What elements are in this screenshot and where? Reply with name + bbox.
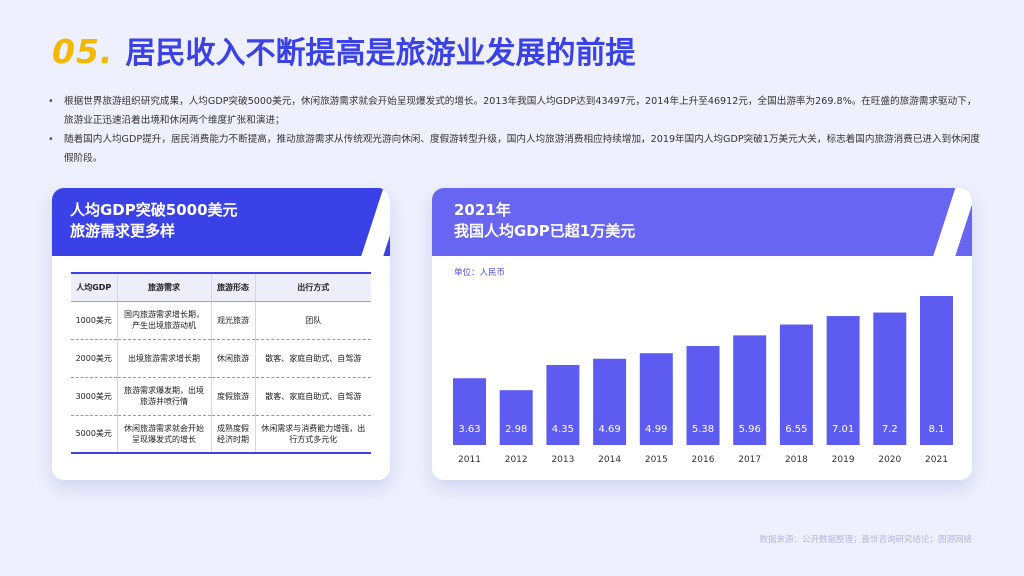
- x-tick-label: 2020: [878, 455, 901, 465]
- table-header-cell: 人均GDP: [71, 272, 117, 302]
- summary-bullets: 根据世界旅游组织研究成果，人均GDP突破5000美元，休闲旅游需求就会开始呈现爆…: [48, 92, 980, 168]
- x-tick-label: 2011: [458, 455, 481, 465]
- section-title: 居民收入不断提高是旅游业发展的前提: [125, 36, 636, 71]
- chart-unit-label: 单位：人民币: [454, 267, 505, 278]
- table-cell: 休闲旅游: [210, 339, 255, 378]
- table-cell: 休闲旅游需求就会开始呈现爆发式的增长: [116, 415, 211, 454]
- bar-value-label: 4.69: [598, 424, 620, 435]
- bar-value-label: 3.63: [458, 424, 480, 435]
- card-header: 2021年 我国人均GDP已超1万美元: [432, 188, 972, 256]
- table-row: 1000美元 国内旅游需求增长期，产生出境旅游动机 观光旅游 团队: [71, 301, 371, 340]
- table-cell: 5000美元: [71, 415, 117, 454]
- table-cell: 2000美元: [71, 339, 117, 378]
- table-header-cell: 出行方式: [254, 272, 371, 302]
- table-cell: 散客、家庭自助式、自驾游: [254, 339, 371, 378]
- bullet-item: 随着国内人均GDP提升，居民消费能力不断提高，推动旅游需求从传统观光游向休闲、度…: [48, 130, 980, 168]
- table-header-cell: 旅游需求: [116, 272, 211, 302]
- section-number: 05.: [52, 32, 114, 71]
- gdp-bar-chart: 单位：人民币 3.63 2011 2.98 2012 4.35 2013 4.69 2014 4…: [453, 267, 953, 465]
- table-row: 3000美元 旅游需求爆发期，出境旅游井喷行情 度假旅游 散客、家庭自助式、自驾…: [71, 377, 371, 416]
- table-header-cell: 旅游形态: [210, 272, 255, 302]
- x-tick-label: 2018: [785, 455, 808, 465]
- page-title: 05. 居民收入不断提高是旅游业发展的前提: [52, 28, 635, 72]
- card-title-line: 2021年: [454, 201, 511, 219]
- gdp-stage-card: 人均GDP突破5000美元 旅游需求更多样 人均GDP 旅游需求 旅游形态 出行…: [52, 188, 390, 480]
- bar-value-label: 8.1: [929, 424, 945, 435]
- table-cell: 团队: [254, 301, 371, 340]
- bar-value-label: 5.38: [692, 424, 714, 435]
- table-cell: 1000美元: [71, 301, 117, 340]
- x-tick-label: 2019: [832, 455, 855, 465]
- x-tick-label: 2016: [692, 455, 715, 465]
- bar-2021: [920, 296, 953, 445]
- x-tick-label: 2014: [598, 455, 621, 465]
- table-cell: 出境旅游需求增长期: [116, 339, 211, 378]
- card-header: 人均GDP突破5000美元 旅游需求更多样: [52, 188, 390, 256]
- table-cell: 旅游需求爆发期，出境旅游井喷行情: [116, 377, 211, 416]
- table-row: 5000美元 休闲旅游需求就会开始呈现爆发式的增长 成熟度假经济时期 休闲需求与…: [71, 415, 371, 454]
- bar-value-label: 4.35: [552, 424, 574, 435]
- table-row: 2000美元 出境旅游需求增长期 休闲旅游 散客、家庭自助式、自驾游: [71, 339, 371, 378]
- bar-value-label: 2.98: [505, 424, 527, 435]
- x-tick-label: 2012: [505, 455, 528, 465]
- gdp-stage-table: 人均GDP 旅游需求 旅游形态 出行方式 1000美元 国内旅游需求增长期，产生…: [71, 272, 371, 454]
- table-cell: 国内旅游需求增长期，产生出境旅游动机: [116, 301, 211, 340]
- x-tick-label: 2013: [551, 455, 574, 465]
- table-cell: 观光旅游: [210, 301, 255, 340]
- x-tick-label: 2017: [738, 455, 761, 465]
- bar-value-label: 7.2: [882, 424, 898, 435]
- table-cell: 度假旅游: [210, 377, 255, 416]
- table-cell: 散客、家庭自助式、自驾游: [254, 377, 371, 416]
- x-tick-label: 2021: [925, 455, 948, 465]
- gdp-chart-card: 2021年 我国人均GDP已超1万美元 单位：人民币 3.63 2011 2.98 2…: [432, 188, 972, 480]
- bar-value-label: 7.01: [832, 424, 854, 435]
- bar-value-label: 4.99: [645, 424, 667, 435]
- x-tick-label: 2015: [645, 455, 668, 465]
- bullet-item: 根据世界旅游组织研究成果，人均GDP突破5000美元，休闲旅游需求就会开始呈现爆…: [48, 92, 980, 130]
- bar-value-label: 5.96: [739, 424, 761, 435]
- table-cell: 3000美元: [71, 377, 117, 416]
- table-cell: 成熟度假经济时期: [210, 415, 255, 454]
- bar-value-label: 6.55: [785, 424, 807, 435]
- table-cell: 休闲需求与消费能力增强，出行方式多元化: [254, 415, 371, 454]
- card-title-line: 我国人均GDP已超1万美元: [454, 222, 636, 240]
- source-note: 数据来源：公开数据整理；嘉世咨询研究结论；图源网络: [759, 535, 972, 545]
- bar-2012: [499, 390, 533, 445]
- card-title-line: 人均GDP突破5000美元: [70, 201, 238, 219]
- card-title-line: 旅游需求更多样: [70, 222, 176, 240]
